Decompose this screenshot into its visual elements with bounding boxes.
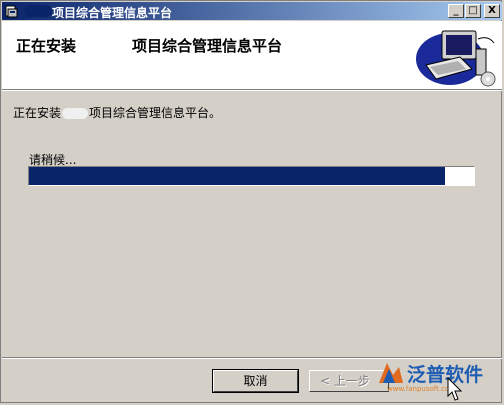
header-product-name: 项目综合管理信息平台 bbox=[132, 37, 283, 55]
minimize-button[interactable]: _ bbox=[448, 4, 464, 18]
maximize-button[interactable]: □ bbox=[465, 4, 481, 18]
close-button[interactable]: X bbox=[484, 4, 500, 18]
install-progress-bar bbox=[28, 166, 475, 186]
watermark-url: www.fanpusoft.com bbox=[387, 385, 457, 393]
progress-fill bbox=[29, 167, 446, 185]
installer-window: 项目综合管理信息平台 _ □ X 正在安装 项目综合管理信息平台 正在安装项目综… bbox=[0, 0, 502, 403]
status-suffix: 项目综合管理信息平台。 bbox=[89, 106, 222, 120]
cancel-button[interactable]: 取消 bbox=[212, 369, 299, 393]
install-status-line: 正在安装 项目综合管理信息平台。 bbox=[13, 104, 221, 121]
redacted-status-blur bbox=[62, 108, 89, 119]
window-title: 项目综合管理信息平台 bbox=[52, 6, 173, 20]
installer-app-icon bbox=[5, 5, 18, 18]
wizard-header: 正在安装 项目综合管理信息平台 bbox=[2, 21, 502, 90]
watermark-text: 泛普软件 bbox=[407, 364, 484, 386]
status-prefix: 正在安装 bbox=[13, 106, 62, 120]
redacted-name-blur bbox=[24, 5, 52, 17]
title-bar[interactable]: 项目综合管理信息平台 _ □ X bbox=[2, 2, 502, 20]
fanpu-logo-icon bbox=[379, 363, 403, 383]
header-heading: 正在安装 bbox=[16, 37, 77, 55]
header-separator bbox=[2, 90, 502, 91]
computer-install-graphic-icon bbox=[416, 30, 496, 87]
watermark-logo: 泛普软件 www.fanpusoft.com bbox=[373, 357, 503, 393]
mouse-cursor-icon bbox=[447, 377, 463, 401]
